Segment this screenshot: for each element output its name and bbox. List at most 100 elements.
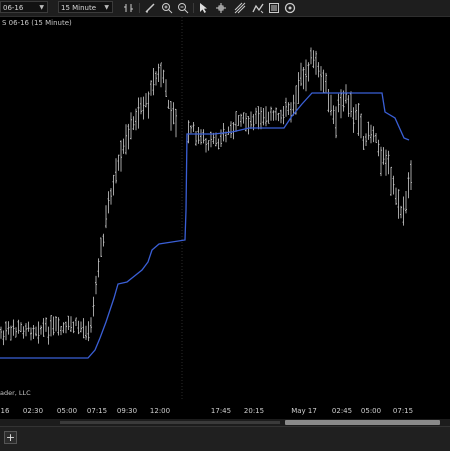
price-bar	[300, 62, 302, 86]
price-bar	[352, 107, 355, 133]
price-bar	[255, 107, 257, 124]
price-bar	[5, 321, 7, 341]
draw-pencil-icon[interactable]	[144, 2, 156, 14]
price-bar	[287, 102, 290, 115]
properties-icon[interactable]	[284, 2, 296, 14]
chart-tab-bar	[0, 426, 450, 451]
price-bar	[277, 112, 280, 122]
price-bar	[227, 126, 230, 136]
price-bar	[162, 69, 165, 84]
time-tick: May 17	[291, 407, 317, 415]
price-bar	[305, 59, 307, 92]
price-bar	[117, 154, 120, 171]
strategy-icon[interactable]	[252, 2, 264, 14]
time-tick: 20:15	[243, 407, 265, 415]
price-bar	[160, 62, 162, 88]
price-bar	[247, 116, 250, 135]
price-bar	[157, 63, 160, 82]
price-bar	[102, 233, 105, 247]
pointer-icon[interactable]	[197, 2, 209, 14]
indicator-line	[0, 92, 410, 359]
price-bar	[407, 172, 410, 199]
price-bar	[332, 105, 335, 124]
price-bar	[410, 160, 412, 190]
price-bar	[220, 129, 222, 147]
time-tick: 17:45	[210, 407, 232, 415]
price-bar	[382, 147, 385, 165]
price-bar	[195, 131, 197, 146]
price-bar	[112, 174, 115, 196]
price-bar	[137, 97, 140, 129]
price-bar	[80, 321, 82, 333]
price-bar	[302, 67, 305, 90]
crosshair-icon[interactable]	[215, 2, 227, 14]
price-bar	[132, 116, 135, 130]
price-bar	[355, 104, 357, 120]
price-bar	[127, 123, 130, 150]
price-bar	[282, 106, 285, 125]
interval-dropdown-icon: ▼	[104, 4, 109, 11]
chart-title: S 06-16 (15 Minute)	[2, 19, 72, 27]
data-box-icon[interactable]	[268, 2, 280, 14]
price-bar	[377, 139, 380, 157]
price-bar	[150, 80, 152, 96]
price-bar	[152, 68, 155, 96]
time-tick: 12:00	[149, 407, 171, 415]
instrument-selector[interactable]: 06-16 ▼	[0, 1, 48, 13]
price-bar	[395, 187, 397, 205]
price-bar	[45, 317, 47, 332]
price-bar	[75, 317, 77, 326]
time-tick: 02:45	[331, 407, 353, 415]
price-bar	[37, 321, 40, 344]
add-tab-button[interactable]: +	[4, 431, 17, 444]
price-bar	[200, 129, 202, 145]
price-bar	[315, 50, 317, 75]
price-chart[interactable]	[0, 17, 450, 401]
price-bar	[362, 136, 365, 150]
price-bar	[105, 205, 107, 229]
price-bar	[130, 112, 132, 140]
price-bar	[367, 121, 370, 140]
price-bar	[62, 322, 65, 334]
price-bar	[242, 112, 245, 124]
price-bar	[360, 113, 362, 139]
price-bar	[67, 315, 70, 330]
price-bar	[32, 325, 35, 339]
price-bar	[310, 47, 312, 65]
price-bar	[95, 275, 97, 295]
price-bar	[47, 326, 50, 345]
price-bar	[135, 108, 137, 131]
price-bar	[170, 101, 172, 131]
price-bar	[30, 327, 32, 341]
price-bar	[10, 325, 12, 341]
price-bar	[312, 50, 315, 69]
price-bars	[0, 47, 412, 346]
price-bar	[387, 150, 390, 175]
price-bar	[335, 106, 337, 139]
price-bar	[27, 321, 30, 332]
interval-selector[interactable]: 15 Minute ▼	[58, 1, 113, 13]
price-bar	[110, 188, 112, 205]
price-bar	[402, 196, 405, 226]
price-bar	[317, 62, 320, 78]
price-bar	[55, 316, 57, 332]
price-bar	[197, 127, 200, 144]
price-bar	[397, 189, 400, 219]
chart-toolbar: 06-16 ▼ 15 Minute ▼	[0, 0, 450, 17]
instrument-dropdown-icon: ▼	[39, 4, 44, 11]
price-bar	[175, 108, 177, 138]
zoom-in-icon[interactable]	[161, 2, 173, 14]
drawing-tools-icon[interactable]	[234, 2, 246, 14]
price-bar	[207, 139, 210, 151]
price-bar	[217, 138, 220, 150]
price-bar	[372, 126, 375, 143]
bar-style-icon[interactable]	[123, 2, 135, 14]
scrollbar-thumb[interactable]	[285, 420, 440, 425]
zoom-out-icon[interactable]	[177, 2, 189, 14]
price-bar	[92, 296, 95, 317]
price-bar	[77, 320, 80, 335]
price-bar	[22, 326, 25, 339]
price-bar	[192, 122, 195, 132]
price-bar	[167, 99, 170, 109]
price-bar	[65, 321, 67, 334]
